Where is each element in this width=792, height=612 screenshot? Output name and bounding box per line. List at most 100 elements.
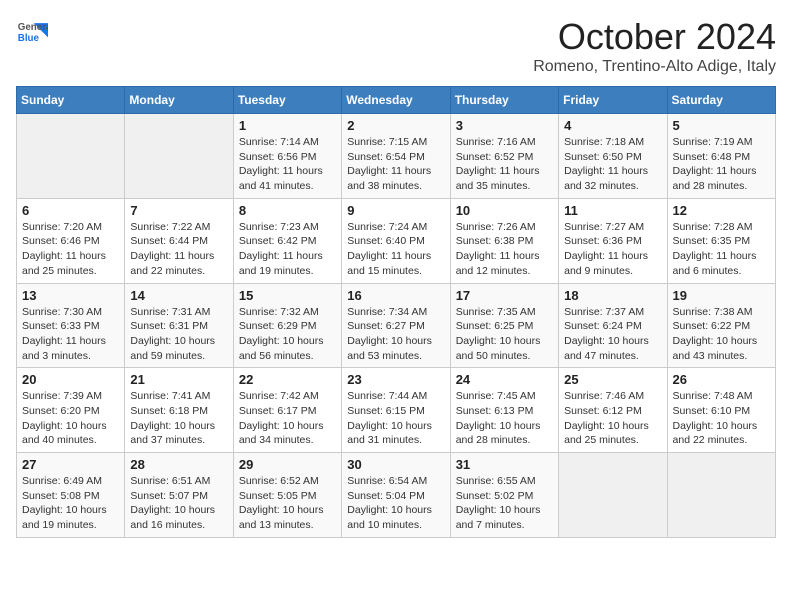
calendar-cell: 29Sunrise: 6:52 AM Sunset: 5:05 PM Dayli… <box>233 453 341 538</box>
calendar-cell: 19 Sunrise: 7:38 AM Sunset: 6:22 PM Dayli… <box>667 283 775 368</box>
calendar-cell: 5 Sunrise: 7:19 AM Sunset: 6:48 PM Daylig… <box>667 114 775 199</box>
day-number: 11 <box>564 203 661 218</box>
day-number: 20 <box>22 372 119 387</box>
calendar-week-2: 6Sunrise: 7:20 AM Sunset: 6:46 PM Daylig… <box>17 198 776 283</box>
calendar-week-4: 20 Sunrise: 7:39 AM Sunset: 6:20 PM Dayli… <box>17 368 776 453</box>
day-info: Sunrise: 7:46 AM Sunset: 6:12 PM Dayligh… <box>564 389 661 448</box>
day-number: 13 <box>22 288 119 303</box>
day-number: 28 <box>130 457 227 472</box>
calendar-week-1: 1 Sunrise: 7:14 AM Sunset: 6:56 PM Daylig… <box>17 114 776 199</box>
calendar-cell <box>559 453 667 538</box>
day-info: Sunrise: 7:35 AM Sunset: 6:25 PM Dayligh… <box>456 305 553 364</box>
day-number: 26 <box>673 372 770 387</box>
calendar-cell <box>17 114 125 199</box>
weekday-header-thursday: Thursday <box>450 87 558 114</box>
calendar-cell: 14 Sunrise: 7:31 AM Sunset: 6:31 PM Dayli… <box>125 283 233 368</box>
day-number: 9 <box>347 203 444 218</box>
calendar-header: SundayMondayTuesdayWednesdayThursdayFrid… <box>17 87 776 114</box>
day-number: 21 <box>130 372 227 387</box>
day-number: 30 <box>347 457 444 472</box>
day-number: 14 <box>130 288 227 303</box>
logo: General Blue <box>16 16 48 48</box>
day-number: 4 <box>564 118 661 133</box>
calendar-cell: 12Sunrise: 7:28 AM Sunset: 6:35 PM Dayli… <box>667 198 775 283</box>
weekday-header-monday: Monday <box>125 87 233 114</box>
weekday-header-tuesday: Tuesday <box>233 87 341 114</box>
calendar-cell: 2Sunrise: 7:15 AM Sunset: 6:54 PM Daylig… <box>342 114 450 199</box>
calendar-cell: 20 Sunrise: 7:39 AM Sunset: 6:20 PM Dayli… <box>17 368 125 453</box>
day-info: Sunrise: 6:51 AM Sunset: 5:07 PM Dayligh… <box>130 474 227 533</box>
calendar-week-5: 27 Sunrise: 6:49 AM Sunset: 5:08 PM Dayli… <box>17 453 776 538</box>
calendar-cell: 15 Sunrise: 7:32 AM Sunset: 6:29 PM Dayli… <box>233 283 341 368</box>
day-number: 15 <box>239 288 336 303</box>
day-number: 3 <box>456 118 553 133</box>
calendar-cell: 6Sunrise: 7:20 AM Sunset: 6:46 PM Daylig… <box>17 198 125 283</box>
day-info: Sunrise: 7:39 AM Sunset: 6:20 PM Dayligh… <box>22 389 119 448</box>
calendar-cell: 9Sunrise: 7:24 AM Sunset: 6:40 PM Daylig… <box>342 198 450 283</box>
day-info: Sunrise: 7:31 AM Sunset: 6:31 PM Dayligh… <box>130 305 227 364</box>
calendar-cell: 31 Sunrise: 6:55 AM Sunset: 5:02 PM Dayli… <box>450 453 558 538</box>
weekday-header-friday: Friday <box>559 87 667 114</box>
day-info: Sunrise: 7:22 AM Sunset: 6:44 PM Dayligh… <box>130 220 227 279</box>
calendar-cell: 17 Sunrise: 7:35 AM Sunset: 6:25 PM Dayli… <box>450 283 558 368</box>
calendar-cell: 30 Sunrise: 6:54 AM Sunset: 5:04 PM Dayli… <box>342 453 450 538</box>
day-number: 29 <box>239 457 336 472</box>
calendar-cell: 18 Sunrise: 7:37 AM Sunset: 6:24 PM Dayli… <box>559 283 667 368</box>
day-info: Sunrise: 7:27 AM Sunset: 6:36 PM Dayligh… <box>564 220 661 279</box>
calendar-cell: 25 Sunrise: 7:46 AM Sunset: 6:12 PM Dayli… <box>559 368 667 453</box>
day-number: 17 <box>456 288 553 303</box>
calendar-cell: 10Sunrise: 7:26 AM Sunset: 6:38 PM Dayli… <box>450 198 558 283</box>
day-info: Sunrise: 7:32 AM Sunset: 6:29 PM Dayligh… <box>239 305 336 364</box>
calendar-week-3: 13 Sunrise: 7:30 AM Sunset: 6:33 PM Dayli… <box>17 283 776 368</box>
svg-text:General: General <box>18 22 48 33</box>
calendar-cell: 22Sunrise: 7:42 AM Sunset: 6:17 PM Dayli… <box>233 368 341 453</box>
day-number: 8 <box>239 203 336 218</box>
calendar-body: 1 Sunrise: 7:14 AM Sunset: 6:56 PM Daylig… <box>17 114 776 538</box>
day-number: 24 <box>456 372 553 387</box>
calendar-cell: 27 Sunrise: 6:49 AM Sunset: 5:08 PM Dayli… <box>17 453 125 538</box>
svg-text:Blue: Blue <box>18 33 40 44</box>
day-info: Sunrise: 7:44 AM Sunset: 6:15 PM Dayligh… <box>347 389 444 448</box>
day-info: Sunrise: 7:18 AM Sunset: 6:50 PM Dayligh… <box>564 135 661 194</box>
day-info: Sunrise: 7:16 AM Sunset: 6:52 PM Dayligh… <box>456 135 553 194</box>
day-info: Sunrise: 7:34 AM Sunset: 6:27 PM Dayligh… <box>347 305 444 364</box>
day-info: Sunrise: 7:23 AM Sunset: 6:42 PM Dayligh… <box>239 220 336 279</box>
calendar-cell: 26Sunrise: 7:48 AM Sunset: 6:10 PM Dayli… <box>667 368 775 453</box>
calendar-cell: 23Sunrise: 7:44 AM Sunset: 6:15 PM Dayli… <box>342 368 450 453</box>
day-info: Sunrise: 7:19 AM Sunset: 6:48 PM Dayligh… <box>673 135 770 194</box>
calendar-cell <box>125 114 233 199</box>
weekday-header-saturday: Saturday <box>667 87 775 114</box>
calendar-cell: 24 Sunrise: 7:45 AM Sunset: 6:13 PM Dayli… <box>450 368 558 453</box>
calendar-cell <box>667 453 775 538</box>
day-info: Sunrise: 7:30 AM Sunset: 6:33 PM Dayligh… <box>22 305 119 364</box>
day-info: Sunrise: 7:14 AM Sunset: 6:56 PM Dayligh… <box>239 135 336 194</box>
calendar-cell: 8 Sunrise: 7:23 AM Sunset: 6:42 PM Daylig… <box>233 198 341 283</box>
weekday-header-wednesday: Wednesday <box>342 87 450 114</box>
calendar-cell: 21Sunrise: 7:41 AM Sunset: 6:18 PM Dayli… <box>125 368 233 453</box>
logo-icon: General Blue <box>16 16 48 48</box>
location-title: Romeno, Trentino-Alto Adige, Italy <box>533 58 776 76</box>
day-number: 10 <box>456 203 553 218</box>
day-info: Sunrise: 7:38 AM Sunset: 6:22 PM Dayligh… <box>673 305 770 364</box>
day-number: 18 <box>564 288 661 303</box>
calendar-cell: 16Sunrise: 7:34 AM Sunset: 6:27 PM Dayli… <box>342 283 450 368</box>
day-number: 19 <box>673 288 770 303</box>
day-info: Sunrise: 6:55 AM Sunset: 5:02 PM Dayligh… <box>456 474 553 533</box>
day-info: Sunrise: 6:54 AM Sunset: 5:04 PM Dayligh… <box>347 474 444 533</box>
day-number: 7 <box>130 203 227 218</box>
day-number: 31 <box>456 457 553 472</box>
calendar-cell: 1 Sunrise: 7:14 AM Sunset: 6:56 PM Daylig… <box>233 114 341 199</box>
calendar-cell: 13 Sunrise: 7:30 AM Sunset: 6:33 PM Dayli… <box>17 283 125 368</box>
month-title: October 2024 <box>533 16 776 58</box>
day-number: 27 <box>22 457 119 472</box>
day-number: 1 <box>239 118 336 133</box>
day-info: Sunrise: 7:45 AM Sunset: 6:13 PM Dayligh… <box>456 389 553 448</box>
day-info: Sunrise: 7:20 AM Sunset: 6:46 PM Dayligh… <box>22 220 119 279</box>
day-info: Sunrise: 7:28 AM Sunset: 6:35 PM Dayligh… <box>673 220 770 279</box>
weekday-header-sunday: Sunday <box>17 87 125 114</box>
day-number: 5 <box>673 118 770 133</box>
day-info: Sunrise: 6:49 AM Sunset: 5:08 PM Dayligh… <box>22 474 119 533</box>
day-number: 25 <box>564 372 661 387</box>
calendar-cell: 11 Sunrise: 7:27 AM Sunset: 6:36 PM Dayli… <box>559 198 667 283</box>
day-info: Sunrise: 7:37 AM Sunset: 6:24 PM Dayligh… <box>564 305 661 364</box>
